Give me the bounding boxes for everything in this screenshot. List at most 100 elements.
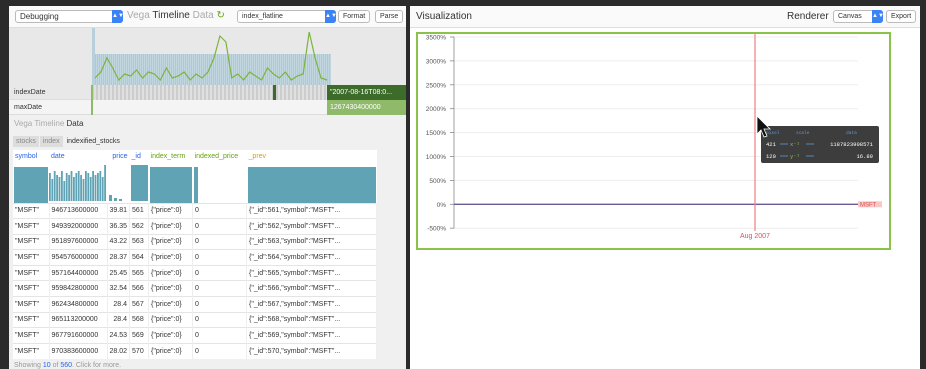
table-cell: "MSFT" [13, 280, 50, 297]
timeline-bar [223, 54, 225, 85]
brand-vega: Vega [127, 10, 150, 21]
table-cell: {"price":0} [148, 280, 194, 297]
brand-data: Data [192, 10, 214, 21]
timeline-row-label: indexDate [14, 89, 46, 96]
timeline-bar [235, 54, 237, 85]
y-tick-label: 0% [437, 202, 447, 209]
table-row[interactable]: "MSFT" 959842800000 32.54 566 {"price":0} 0 {"… [13, 280, 377, 297]
table-cell: 32.54 [107, 280, 131, 297]
refresh-icon[interactable]: ↻ [217, 10, 225, 21]
tab-index[interactable]: index [39, 136, 63, 147]
column-header-symbol[interactable]: symbol [13, 150, 49, 163]
renderer-select[interactable]: Canvas ▲▼ [833, 10, 884, 23]
histogram-bar [101, 176, 104, 201]
timeline-bar [157, 54, 159, 85]
y-tick-label: 1500% [426, 130, 446, 137]
timeline-bar [263, 54, 265, 85]
tab-indexified-stocks[interactable]: indexified_stocks [63, 136, 123, 147]
column-header-index-term[interactable]: index_term [149, 150, 193, 163]
table-cell: 569 [129, 327, 150, 344]
table-cell: "MSFT" [13, 218, 50, 235]
histogram-symbol [13, 163, 49, 203]
data-table: symbol date price _id index_term indexed… [13, 150, 377, 359]
brand-timeline: Timeline [34, 119, 65, 128]
brand-title: Vega Timeline Data ↻ [127, 10, 225, 22]
visualization-canvas[interactable]: 3500% 3000% 2500% 2000% 1500% 1000% 500% 0% -500… [416, 32, 891, 250]
histogram-prev [247, 163, 377, 203]
y-tick-label: 2000% [426, 106, 446, 113]
column-header-date[interactable]: date [49, 150, 107, 163]
timeline-bar [203, 54, 205, 85]
timeline-bar [251, 54, 253, 85]
column-header-prev[interactable]: _prev [247, 150, 377, 163]
timeline-bar [225, 54, 227, 85]
table-row[interactable]: "MSFT" 951897600000 43.22 563 {"price":0} 0 {"… [13, 233, 377, 250]
timeline-bars [95, 54, 331, 85]
tab-stocks[interactable]: stocks [13, 136, 39, 147]
table-row[interactable]: "MSFT" 946713600000 39.81 561 {"price":0} 0 {"… [13, 202, 377, 219]
signal-select[interactable]: index_flatline ▲▼ [237, 10, 337, 23]
histogram-bar [94, 174, 97, 201]
renderer-label: Renderer [787, 11, 829, 22]
table-row[interactable]: "MSFT" 957164400000 25.45 565 {"price":0} 0 {"… [13, 264, 377, 281]
histogram-bar [85, 170, 87, 201]
table-cell: {"price":0} [148, 342, 194, 359]
chevron-down-icon: ▲▼ [325, 10, 337, 23]
table-cell: 24.53 [107, 327, 131, 344]
table-cell: 0 [192, 296, 248, 313]
timeline-bar [245, 54, 247, 85]
timeline-bar [297, 54, 299, 85]
table-cell: 0 [192, 233, 248, 250]
parse-button[interactable]: Parse [375, 10, 404, 23]
brand-data: Data [66, 119, 84, 128]
table-cell: 566 [129, 280, 150, 297]
footer-shown: 10 [42, 362, 51, 369]
table-row[interactable]: "MSFT" 962434800000 28.4 567 {"price":0} 0 {"_… [13, 296, 377, 313]
timeline-bar [281, 54, 283, 85]
signal-tooltip: pixel scale data 421 x⁻¹ 1187823908571 120 y⁻¹ 1… [761, 126, 879, 163]
tooltip-data: 1187823908571 [830, 141, 874, 148]
table-row[interactable]: "MSFT" 965113200000 28.4 568 {"price":0} 0 {"_… [13, 311, 377, 328]
table-row[interactable]: "MSFT" 954576000000 28.37 564 {"price":0} 0 {"… [13, 249, 377, 266]
column-header-price[interactable]: price [107, 150, 130, 163]
table-row[interactable]: "MSFT" 949392000000 36.35 562 {"price":0} 0 {"… [13, 218, 377, 235]
timeline-bar [207, 54, 209, 85]
column-header-id[interactable]: _id [130, 150, 149, 163]
export-button[interactable]: Export [886, 10, 917, 23]
table-cell: "MSFT" [13, 202, 50, 219]
signal-timeline[interactable] [9, 28, 406, 85]
table-cell: 25.45 [107, 264, 131, 281]
histogram-bar [49, 172, 51, 201]
timeline-bar [277, 54, 279, 85]
table-cell: {"_id":561,"symbol":"MSFT"... [246, 202, 377, 219]
timeline-row-maxdate[interactable]: maxDate 1267430400000 [9, 100, 406, 115]
mode-select[interactable]: Debugging ▲▼ [15, 10, 124, 23]
timeline-bar [151, 54, 153, 85]
timeline-bar [201, 54, 203, 85]
table-cell: 561 [129, 202, 150, 219]
table-cell: 36.35 [107, 218, 131, 235]
table-cell: {"_id":570,"symbol":"MSFT"... [246, 342, 377, 359]
timeline-bar [109, 54, 111, 85]
table-cell: 0 [192, 311, 248, 328]
table-cell: 39.81 [107, 202, 131, 219]
table-cell: {"price":0} [148, 249, 194, 266]
timeline-row-indexdate[interactable]: indexDate "2007-08-16T08:0... [9, 85, 406, 100]
format-button[interactable]: Format [338, 10, 371, 23]
table-footer[interactable]: Showing 10 of 560. Click for more. [14, 362, 121, 369]
table-row[interactable]: "MSFT" 970383600000 28.02 570 {"price":0} 0 {"… [13, 342, 377, 359]
table-row[interactable]: "MSFT" 967791600000 24.53 569 {"price":0} 0 {"… [13, 327, 377, 344]
table-cell: "MSFT" [13, 327, 50, 344]
footer-suffix: . Click for more. [72, 362, 122, 369]
timeline-bar [301, 54, 303, 85]
tooltip-header: scale [796, 130, 810, 136]
histogram-bar [99, 170, 102, 201]
histogram-bar [65, 172, 68, 201]
y-tick-label: 3500% [426, 35, 446, 42]
tooltip-scale: x⁻¹ [790, 141, 800, 148]
timeline-bar [283, 54, 285, 85]
histogram-bar [70, 170, 73, 201]
timeline-bar [121, 54, 123, 85]
column-header-indexed-price[interactable]: indexed_price [193, 150, 247, 163]
histogram-bar [80, 174, 82, 201]
